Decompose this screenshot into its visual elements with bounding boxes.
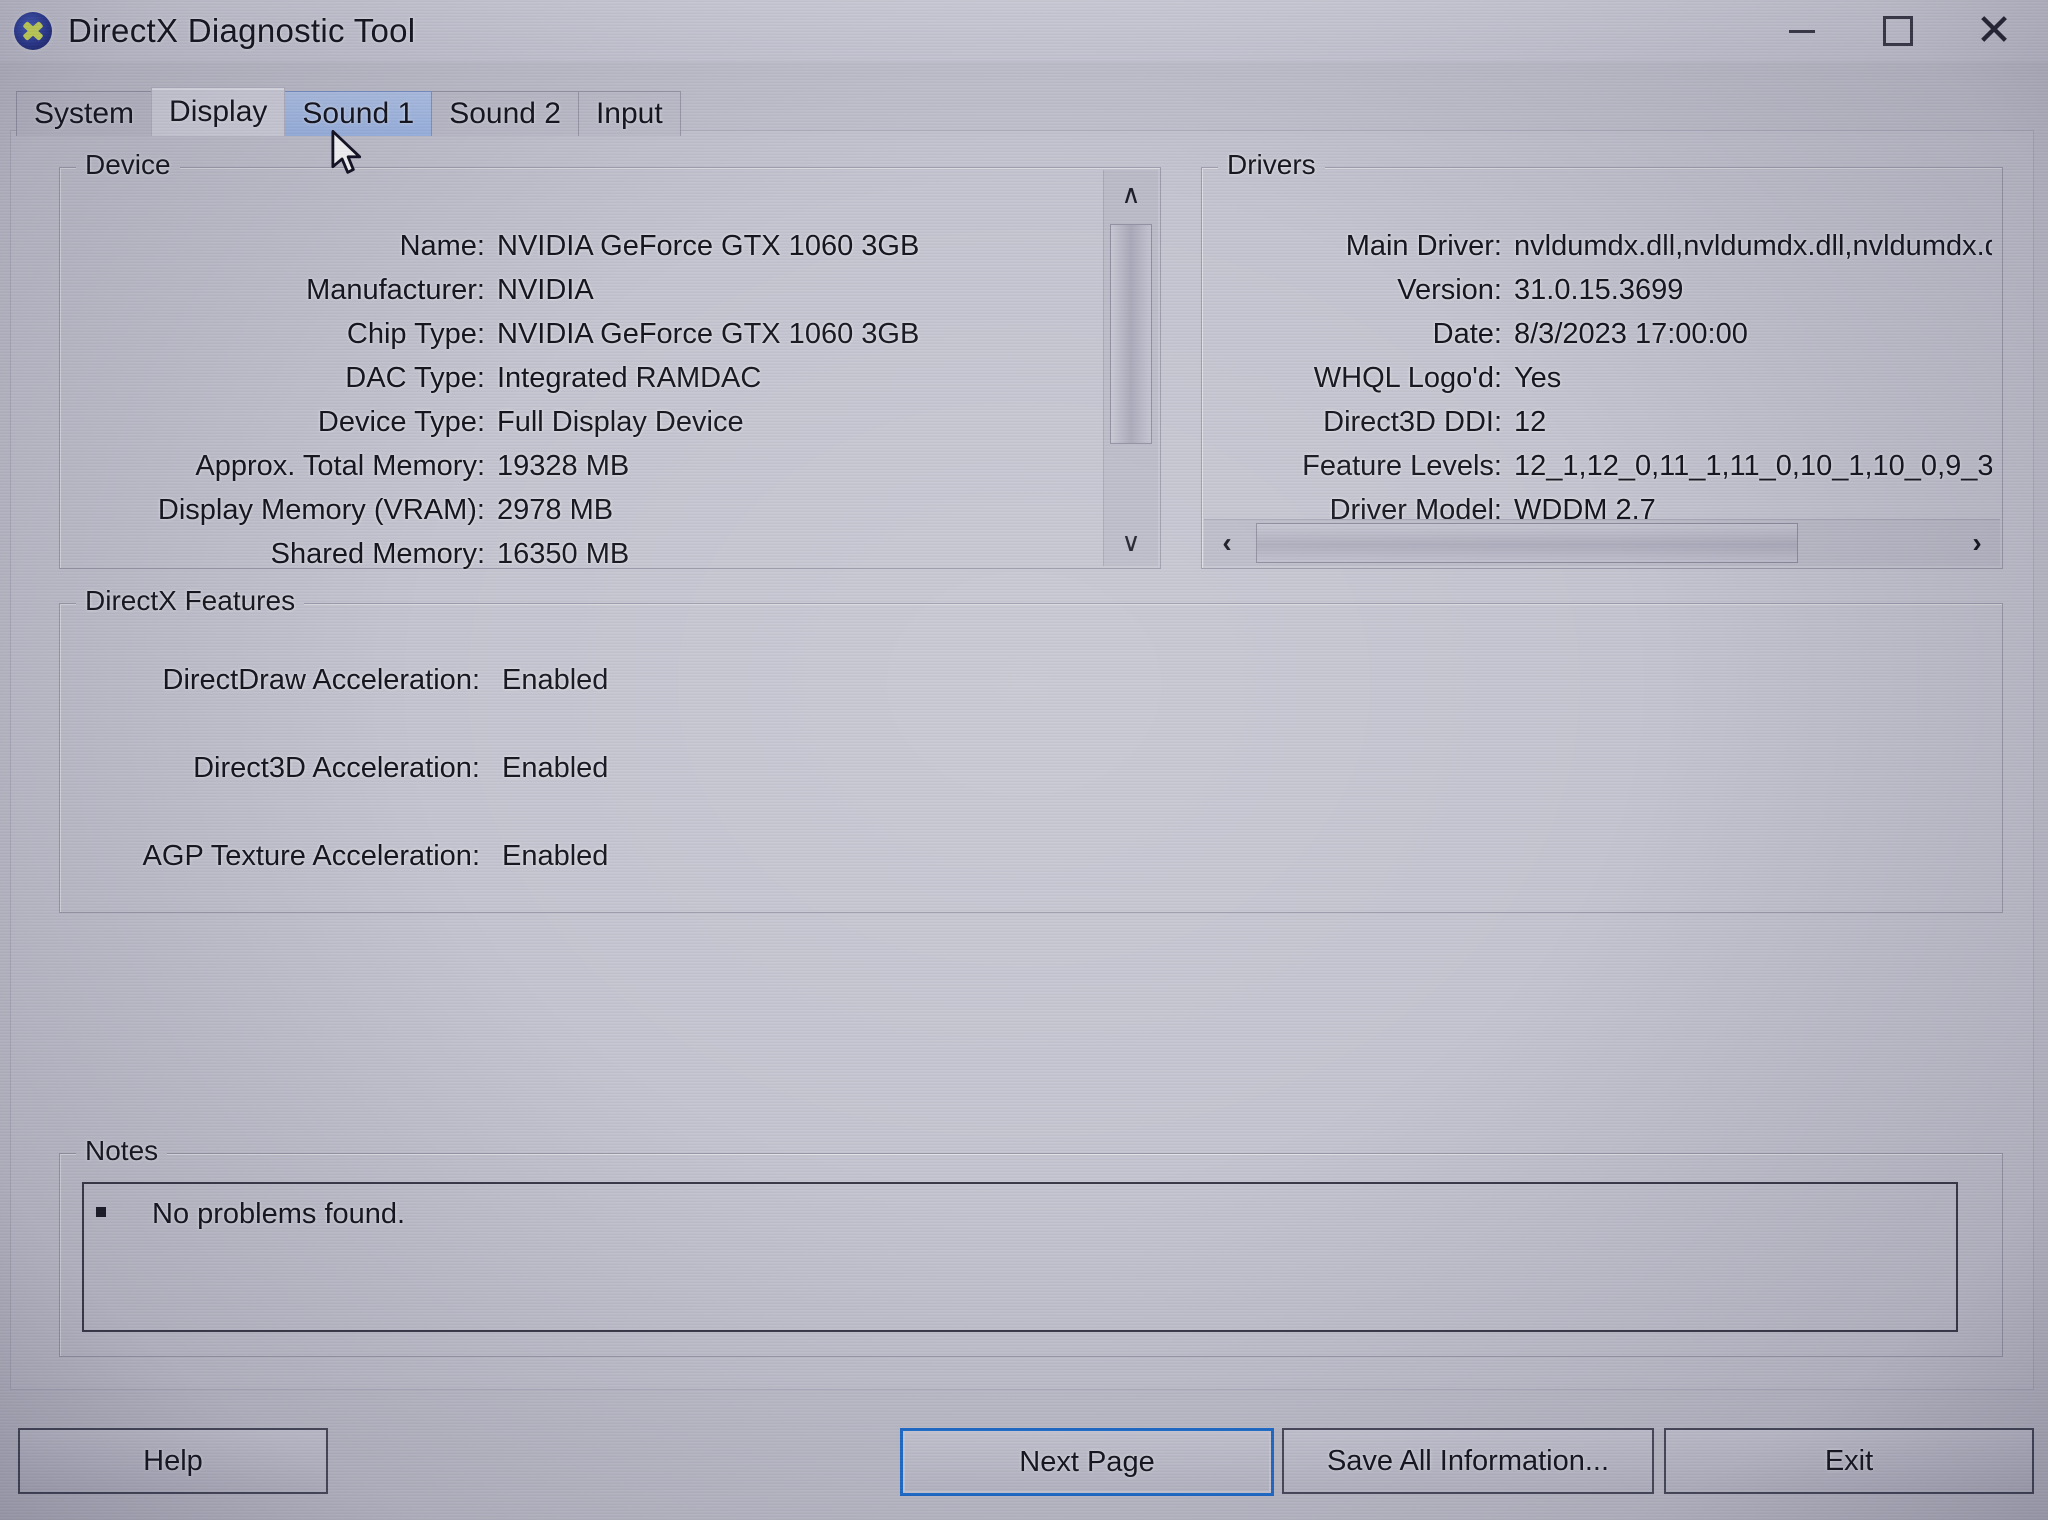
device-row-manufacturer: Manufacturer: NVIDIA (60, 274, 1090, 307)
notes-group-label: Notes (76, 1135, 168, 1167)
directdraw-acceleration-label: DirectDraw Acceleration: (162, 664, 481, 696)
window-controls: ✕ (1754, 0, 2042, 62)
drivers-row-feature-levels: Feature Levels: 12_1,12_0,11_1,11_0,10_1… (1202, 450, 1992, 483)
tab-display[interactable]: Display (151, 87, 286, 136)
feature-row-direct3d: Direct3D Acceleration: Enabled (60, 752, 760, 785)
drivers-whql-label: WHQL Logo'd: (1313, 362, 1502, 394)
device-dac-type-label: DAC Type: (345, 362, 485, 394)
window-title: DirectX Diagnostic Tool (68, 12, 416, 49)
drivers-d3d-ddi-value: 12 (1514, 406, 1547, 438)
display-tab-panel: Device Name: NVIDIA GeForce GTX 1060 3GB… (10, 130, 2034, 1390)
title-bar: DirectX Diagnostic Tool ✕ (0, 0, 2048, 62)
drivers-feature-levels-value: 12_1,12_0,11_1,11_0,10_1,10_0,9_3 (1514, 450, 1992, 482)
device-manufacturer-value: NVIDIA (497, 274, 594, 306)
device-vertical-scrollbar[interactable]: ∧ ∨ (1103, 170, 1158, 566)
device-name-label: Name: (399, 230, 485, 262)
note-list-item: No problems found. (96, 1198, 405, 1231)
directx-logo-icon (14, 12, 52, 50)
drivers-date-label: Date: (1432, 318, 1502, 350)
device-total-memory-label: Approx. Total Memory: (195, 450, 485, 482)
device-chip-type-value: NVIDIA GeForce GTX 1060 3GB (497, 318, 920, 350)
maximize-icon (1883, 16, 1913, 46)
device-display-memory-label: Display Memory (VRAM): (157, 494, 485, 526)
tab-strip: System Display Sound 1 Sound 2 Input (16, 87, 681, 136)
drivers-feature-levels-label: Feature Levels: (1302, 450, 1502, 482)
tab-sound-2[interactable]: Sound 2 (431, 91, 579, 136)
notes-textbox[interactable]: No problems found. (82, 1182, 1958, 1332)
drivers-d3d-ddi-label: Direct3D DDI: (1323, 406, 1502, 438)
drivers-version-value: 31.0.15.3699 (1514, 274, 1684, 306)
close-icon: ✕ (1975, 5, 2013, 55)
drivers-group-label: Drivers (1218, 149, 1325, 181)
tab-sound-1[interactable]: Sound 1 (284, 91, 433, 136)
device-row-dac-type: DAC Type: Integrated RAMDAC (60, 362, 1090, 395)
device-group-label: Device (76, 149, 180, 181)
scroll-down-icon[interactable]: ∨ (1104, 518, 1158, 566)
drivers-row-whql: WHQL Logo'd: Yes (1202, 362, 1992, 395)
scroll-left-icon[interactable]: ‹ (1204, 520, 1250, 566)
drivers-row-d3d-ddi: Direct3D DDI: 12 (1202, 406, 1992, 439)
next-page-button[interactable]: Next Page (900, 1428, 1274, 1496)
device-shared-memory-value: 16350 MB (497, 538, 630, 570)
device-shared-memory-label: Shared Memory: (270, 538, 485, 570)
maximize-button[interactable] (1850, 1, 1946, 61)
feature-row-agp-texture: AGP Texture Acceleration: Enabled (60, 840, 760, 873)
drivers-row-main-driver: Main Driver: nvldumdx.dll,nvldumdx.dll,n… (1202, 230, 1992, 263)
notes-group: Notes No problems found. (59, 1135, 2003, 1357)
directx-diagnostic-window: DirectX Diagnostic Tool ✕ System Display… (0, 0, 2048, 1520)
drivers-horizontal-scrollbar[interactable]: ‹ › (1204, 519, 2000, 566)
device-total-memory-value: 19328 MB (497, 450, 630, 482)
drivers-version-label: Version: (1397, 274, 1502, 306)
tab-input[interactable]: Input (577, 91, 681, 136)
note-text: No problems found. (152, 1198, 406, 1230)
device-row-chip-type: Chip Type: NVIDIA GeForce GTX 1060 3GB (60, 318, 1090, 351)
device-group: Device Name: NVIDIA GeForce GTX 1060 3GB… (59, 149, 1161, 571)
device-device-type-value: Full Display Device (497, 406, 744, 438)
device-row-total-memory: Approx. Total Memory: 19328 MB (60, 450, 1090, 483)
device-row-shared-memory: Shared Memory: 16350 MB (60, 538, 1090, 571)
device-dac-type-value: Integrated RAMDAC (497, 362, 762, 394)
help-button[interactable]: Help (18, 1428, 328, 1494)
minimize-icon (1789, 29, 1815, 33)
directx-features-group-label: DirectX Features (76, 585, 305, 617)
directdraw-acceleration-value: Enabled (502, 664, 609, 696)
close-button[interactable]: ✕ (1946, 1, 2042, 61)
drivers-main-driver-label: Main Driver: (1345, 230, 1502, 262)
device-name-value: NVIDIA GeForce GTX 1060 3GB (497, 230, 920, 262)
agp-texture-acceleration-value: Enabled (502, 840, 609, 872)
drivers-group: Drivers Main Driver: nvldumdx.dll,nvldum… (1201, 149, 2003, 569)
device-scroll-thumb[interactable] (1110, 224, 1152, 444)
bullet-icon (96, 1207, 106, 1217)
tab-system[interactable]: System (16, 91, 153, 136)
device-display-memory-value: 2978 MB (497, 494, 614, 526)
drivers-whql-value: Yes (1514, 362, 1562, 394)
directx-features-group: DirectX Features DirectDraw Acceleration… (59, 585, 2003, 913)
device-row-display-memory: Display Memory (VRAM): 2978 MB (60, 494, 1090, 527)
scroll-right-icon[interactable]: › (1954, 520, 2000, 566)
exit-button[interactable]: Exit (1664, 1428, 2034, 1494)
feature-row-directdraw: DirectDraw Acceleration: Enabled (60, 664, 760, 697)
minimize-button[interactable] (1754, 1, 1850, 61)
agp-texture-acceleration-label: AGP Texture Acceleration: (142, 840, 480, 872)
save-all-information-button[interactable]: Save All Information... (1282, 1428, 1654, 1494)
device-row-name: Name: NVIDIA GeForce GTX 1060 3GB (60, 230, 1090, 263)
device-row-device-type: Device Type: Full Display Device (60, 406, 1090, 439)
device-manufacturer-label: Manufacturer: (306, 274, 485, 306)
scroll-up-icon[interactable]: ∧ (1104, 170, 1158, 218)
direct3d-acceleration-label: Direct3D Acceleration: (193, 752, 480, 784)
drivers-row-date: Date: 8/3/2023 17:00:00 (1202, 318, 1992, 351)
device-device-type-label: Device Type: (317, 406, 485, 438)
device-chip-type-label: Chip Type: (346, 318, 485, 350)
drivers-row-version: Version: 31.0.15.3699 (1202, 274, 1992, 307)
direct3d-acceleration-value: Enabled (502, 752, 609, 784)
drivers-scroll-thumb[interactable] (1256, 523, 1798, 563)
drivers-main-driver-value: nvldumdx.dll,nvldumdx.dll,nvldumdx.d (1514, 230, 1992, 262)
drivers-date-value: 8/3/2023 17:00:00 (1514, 318, 1748, 350)
